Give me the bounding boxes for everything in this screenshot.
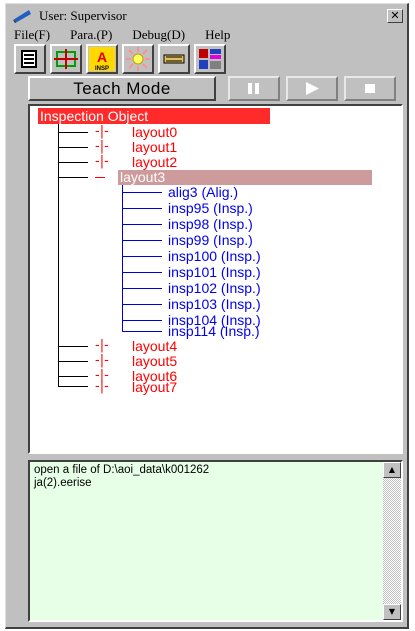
tree-connector [122,224,162,225]
expanded-node-icon [95,177,105,178]
log-text: open a file of D:\aoi_data\k001262 ja(2)… [34,464,374,490]
menu-debug[interactable]: Debug(D) [132,27,185,43]
tree-connector [58,177,88,178]
stop-button[interactable] [344,76,396,101]
arrow-up-icon: ▲ [388,465,396,474]
grid-cross-icon [54,49,78,69]
tree-connector [58,132,88,133]
tree-connector [58,386,88,387]
tree-root[interactable]: Inspection Object [38,108,270,124]
tree-connector [122,320,162,321]
svg-text:A: A [97,49,107,65]
tree-item-layout2[interactable]: layout2 [132,155,177,170]
teach-mode-button[interactable]: Teach Mode [28,76,216,101]
tree-child-item[interactable]: insp98 (Insp.) [168,217,253,232]
chip-board-icon [163,54,185,64]
menu-file[interactable]: File(F) [14,27,50,43]
tree-connector [58,376,88,377]
tree-item-layout5[interactable]: layout5 [132,354,177,369]
collapsed-node-icon: -|- [95,154,109,169]
tree-connector [122,304,162,305]
supervisor-window: User: Supervisor ✕ File(F) Para.(P) Debu… [5,3,409,629]
tree-item-layout4[interactable]: layout4 [132,339,177,354]
tree-connector [122,331,162,332]
light-button[interactable] [122,44,154,74]
chip-board-button[interactable] [158,44,190,74]
tree-child-item[interactable]: insp101 (Insp.) [168,265,261,280]
log-scrollbar[interactable]: ▲ ▼ [383,462,401,620]
insp-icon: A INSP [89,47,115,72]
teach-controls: Teach Mode [28,76,403,102]
app-icon [11,8,33,24]
layout-blocks-button[interactable] [194,44,226,74]
collapsed-node-icon: -|- [95,353,109,368]
collapsed-node-icon: -|- [95,379,109,394]
tree-child-item[interactable]: insp103 (Insp.) [168,297,261,312]
toolbar: A INSP [10,44,405,76]
tree-child-item[interactable]: insp114 (Insp.) [168,324,260,339]
tree-connector [122,272,162,273]
log-line: open a file of D:\aoi_data\k001262 [34,464,210,476]
tree-connector [122,192,162,193]
tree-connector [122,185,123,331]
tree-connector [122,288,162,289]
tree-item-layout1[interactable]: layout1 [132,140,177,155]
title-bar[interactable]: User: Supervisor ✕ [8,6,406,25]
collapsed-node-icon: -|- [95,338,109,353]
tree-child-item[interactable]: insp95 (Insp.) [168,201,253,216]
light-sun-icon [126,47,150,71]
tree-child-item[interactable]: insp99 (Insp.) [168,233,253,248]
document-list-button[interactable] [14,44,46,74]
arrow-down-icon: ▼ [388,607,396,616]
tree-connector [122,256,162,257]
inspection-tree[interactable]: Inspection Object -|- layout0 -|- layout… [28,104,403,454]
tree-item-layout7[interactable]: layout7 [132,380,177,395]
menu-para[interactable]: Para.(P) [70,27,112,43]
tree-item-layout0[interactable]: layout0 [132,125,177,140]
pause-icon [248,83,259,94]
scroll-up-button[interactable]: ▲ [383,462,401,478]
tree-connector [58,162,88,163]
menu-help[interactable]: Help [205,27,230,43]
log-line: ja(2).eerise [34,477,92,489]
tree-connector [122,240,162,241]
collapsed-node-icon: -|- [95,124,109,139]
pause-button[interactable] [228,76,280,101]
tree-connector [122,208,162,209]
layout-blocks-icon [199,49,221,69]
document-list-icon [21,50,37,68]
tree-connector [58,147,88,148]
message-log[interactable]: open a file of D:\aoi_data\k001262 ja(2)… [28,460,403,622]
close-button[interactable]: ✕ [387,8,403,23]
tree-child-item[interactable]: insp100 (Insp.) [168,249,261,264]
menu-bar: File(F) Para.(P) Debug(D) Help [8,26,406,44]
play-button[interactable] [286,76,338,101]
tree-item-layout3[interactable]: layout3 [118,170,372,185]
tree-connector [58,346,88,347]
tree-child-item[interactable]: insp102 (Insp.) [168,281,261,296]
stop-icon [365,84,375,93]
tree-child-item[interactable]: alig3 (Alig.) [168,185,238,200]
insp-label: INSP [95,66,109,72]
collapsed-node-icon: -|- [95,139,109,154]
grid-cross-button[interactable] [50,44,82,74]
window-title: User: Supervisor [39,7,127,23]
play-icon [306,82,319,95]
scroll-down-button[interactable]: ▼ [383,604,401,620]
tree-connector [58,361,88,362]
insp-button[interactable]: A INSP [86,44,118,74]
